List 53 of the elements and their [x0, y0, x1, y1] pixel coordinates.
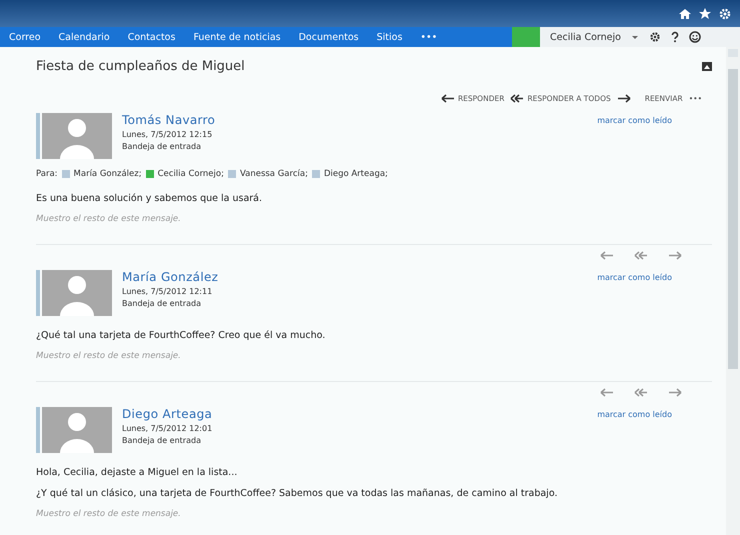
avatar-icon [36, 113, 112, 159]
help-icon[interactable] [668, 31, 681, 43]
forward-icon[interactable] [668, 388, 682, 397]
user-name[interactable]: Cecilia Cornejo [550, 32, 621, 42]
avatar-icon [36, 270, 112, 316]
smiley-icon[interactable] [688, 31, 701, 43]
subject-title: Fiesta de cumpleaños de Miguel [36, 59, 245, 74]
recipient-name[interactable]: María González; [74, 169, 142, 179]
color-block [512, 27, 540, 47]
message-text: Es una buena solución y sabemos que la usará. [36, 193, 264, 204]
forward-icon [616, 94, 631, 103]
expand-icon[interactable] [702, 62, 712, 71]
reply-all-icon[interactable] [634, 388, 648, 397]
reply-icon[interactable] [600, 388, 614, 397]
mark-read-link[interactable]: marcar como leído [597, 116, 672, 125]
star-icon[interactable] [698, 6, 712, 20]
mark-read-link[interactable]: marcar como leído [597, 410, 672, 419]
reply-icon[interactable] [600, 251, 614, 260]
message-text: ¿Y qué tal un clásico, una tarjeta de FourthCoffee? Sabemos que va todas las mañanas, de camino al trabajo. [36, 488, 558, 499]
recipient-name[interactable]: Cecilia Cornejo; [158, 169, 224, 179]
nav-link[interactable]: Correo [0, 32, 50, 42]
message-date: Lunes, 7/5/2012 12:15 [122, 130, 214, 139]
nav-link[interactable]: Fuente de noticias [184, 32, 290, 42]
recipient-name[interactable]: Diego Arteaga; [324, 169, 388, 179]
gear-icon[interactable] [718, 6, 732, 20]
sender-name[interactable]: Diego Arteaga [122, 407, 588, 421]
settings-icon[interactable] [648, 31, 661, 43]
reply-all-icon [510, 94, 524, 103]
reply-all-icon[interactable] [634, 251, 648, 260]
sender-name[interactable]: María González [122, 270, 588, 284]
mark-read-link[interactable]: marcar como leído [597, 273, 672, 282]
message-text: ¿Qué tal una tarjeta de FourthCoffee? Creo que él va mucho. [36, 330, 326, 341]
nav-link[interactable]: ••• [411, 32, 446, 42]
folder-name: Bandeja de entrada [122, 299, 202, 308]
recipient-name[interactable]: Vanessa García; [240, 169, 308, 179]
message-date: Lunes, 7/5/2012 12:11 [122, 287, 214, 296]
show-more-link[interactable]: Muestro el resto de este mensaje. [36, 509, 712, 519]
to-label: Para: [36, 169, 58, 179]
folder-name: Bandeja de entrada [122, 436, 202, 445]
avatar-icon [36, 407, 112, 453]
nav-link[interactable]: Documentos [290, 32, 368, 42]
home-icon[interactable] [678, 6, 692, 20]
show-more-link[interactable]: Muestro el resto de este mensaje. [36, 351, 712, 361]
reply-icon [440, 94, 455, 103]
show-more-link[interactable]: Muestro el resto de este mensaje. [36, 214, 712, 224]
nav-link[interactable]: Sitios [368, 32, 412, 42]
message-date: Lunes, 7/5/2012 12:01 [122, 424, 214, 433]
sender-name[interactable]: Tomás Navarro [122, 113, 588, 127]
nav-link[interactable]: Contactos [118, 32, 184, 42]
nav-link[interactable]: Calendario [50, 32, 119, 42]
folder-name: Bandeja de entrada [122, 142, 202, 151]
message-text: Hola, Cecilia, dejaste a Miguel en la lista... [36, 467, 238, 478]
forward-icon[interactable] [668, 251, 682, 260]
